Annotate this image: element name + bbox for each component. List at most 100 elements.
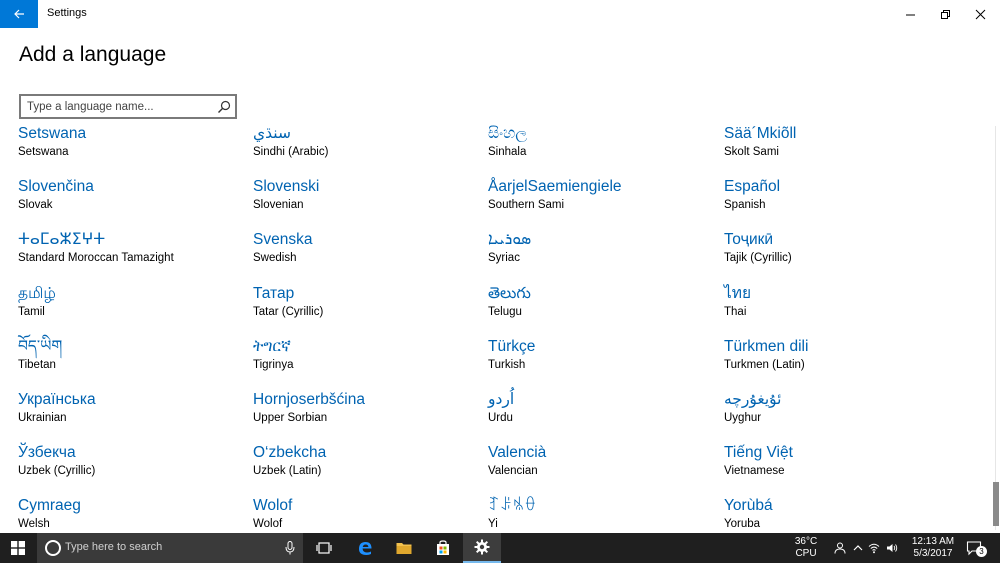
start-button[interactable] (0, 533, 36, 563)
clock[interactable]: 12:13 AM 5/3/2017 (906, 536, 960, 560)
settings-app-button[interactable] (463, 533, 501, 563)
language-english-name: Uzbek (Latin) (253, 465, 322, 478)
language-native-name: اُردو (488, 391, 515, 408)
language-item[interactable]: Cymraeg Welsh (18, 496, 248, 532)
taskbar-search-text: Type here to search (65, 541, 163, 553)
language-english-name: Tamil (18, 305, 45, 318)
language-english-name: Uzbek (Cyrillic) (18, 465, 96, 478)
language-item[interactable]: తెలుగు Telugu (488, 284, 718, 330)
action-center-button[interactable]: 3 (966, 540, 987, 557)
language-item[interactable]: ትግርኛ Tigrinya (253, 337, 483, 383)
taskbar: Type here to search 36°C CPU 12:13 AM 5/… (0, 533, 1000, 563)
language-native-name: ܣܘܪܝܝܐ (488, 231, 532, 249)
wifi-icon[interactable] (868, 542, 880, 554)
language-english-name: Skolt Sami (724, 146, 779, 158)
scrollbar[interactable] (991, 126, 1000, 530)
language-item[interactable]: Slovenski Slovenian (253, 177, 483, 223)
language-item[interactable]: O‘zbekcha Uzbek (Latin) (253, 443, 483, 489)
restore-button[interactable] (928, 0, 962, 28)
language-native-name: සිංහල (488, 125, 528, 142)
windows-logo-icon (11, 541, 25, 555)
minimize-button[interactable] (893, 0, 927, 28)
language-item[interactable]: Тоҷикӣ Tajik (Cyrillic) (724, 230, 954, 276)
language-english-name: Setswana (18, 146, 69, 158)
language-item[interactable]: Sää´Mkiõll Skolt Sami (724, 124, 954, 170)
language-native-name: ꆈꌠꁱꂷ (488, 497, 537, 515)
language-english-name: Slovenian (253, 199, 304, 212)
language-english-name: Valencian (488, 465, 538, 478)
language-item[interactable]: سنڌي Sindhi (Arabic) (253, 124, 483, 170)
language-item[interactable]: ÅarjelSaemiengiele Southern Sami (488, 177, 718, 223)
language-item[interactable]: Español Spanish (724, 177, 954, 223)
language-item[interactable]: ꆈꌠꁱꂷ Yi (488, 496, 718, 532)
close-icon (975, 9, 985, 19)
title-bar: Settings (0, 0, 1000, 28)
language-english-name: Tatar (Cyrillic) (253, 305, 324, 318)
language-item[interactable]: தமிழ் Tamil (18, 284, 248, 330)
language-item[interactable]: සිංහල Sinhala (488, 124, 718, 170)
language-native-name: Sää´Mkiõll (724, 125, 797, 142)
language-english-name: Urdu (488, 412, 513, 424)
language-native-name: Tiếng Việt (724, 444, 793, 462)
people-icon[interactable] (834, 542, 846, 554)
file-explorer-button[interactable] (385, 533, 423, 563)
language-item[interactable]: Wolof Wolof (253, 496, 483, 532)
language-english-name: Yi (488, 518, 498, 531)
language-english-name: Upper Sorbian (253, 412, 328, 424)
language-item[interactable]: Yorùbá Yoruba (724, 496, 954, 532)
language-item[interactable]: ⵜⴰⵎⴰⵣⵉⵖⵜ Standard Moroccan Tamazight (18, 230, 248, 276)
language-native-name: Ўзбекча (18, 444, 76, 462)
scrollbar-track (995, 126, 996, 530)
cpu-temp-widget[interactable]: 36°C CPU (788, 536, 824, 560)
language-item[interactable]: Valencià Valencian (488, 443, 718, 489)
cpu-temperature: 36°C (794, 536, 818, 547)
language-native-name: Español (724, 178, 781, 196)
language-item[interactable]: Tiếng Việt Vietnamese (724, 443, 954, 489)
language-native-name: Hornjoserbšćina (253, 391, 365, 408)
language-english-name: Southern Sami (488, 199, 565, 212)
language-item[interactable]: ܣܘܪܝܝܐ Syriac (488, 230, 718, 276)
language-item[interactable]: Татар Tatar (Cyrillic) (253, 284, 483, 330)
language-item[interactable]: བོད་ཡིག Tibetan (18, 337, 248, 383)
restore-icon (940, 9, 950, 19)
language-item[interactable]: Українська Ukrainian (18, 390, 248, 436)
volume-icon[interactable] (886, 542, 898, 554)
search-icon[interactable] (217, 100, 231, 114)
language-english-name: Yoruba (724, 518, 761, 531)
clock-date: 5/3/2017 (913, 548, 953, 559)
language-item[interactable]: Türkmen dili Turkmen (Latin) (724, 337, 954, 383)
language-english-name: Wolof (253, 518, 283, 531)
language-item[interactable]: Setswana Setswana (18, 124, 248, 170)
language-native-name: ئۇيغۇرچە (724, 391, 782, 408)
language-item[interactable]: Slovenčina Slovak (18, 177, 248, 223)
close-button[interactable] (963, 0, 997, 28)
language-item[interactable]: اُردو Urdu (488, 390, 718, 436)
language-native-name: Yorùbá (724, 497, 773, 515)
language-item[interactable]: ไทย Thai (724, 284, 954, 330)
language-english-name: Spanish (724, 199, 766, 212)
store-button[interactable] (424, 533, 462, 563)
language-native-name: Setswana (18, 125, 87, 142)
back-button[interactable] (0, 0, 38, 28)
search-box[interactable] (19, 94, 237, 119)
language-native-name: Türkmen dili (724, 337, 809, 355)
app-title: Settings (47, 7, 87, 19)
chevron-up-icon[interactable] (852, 542, 864, 554)
edge-button[interactable] (346, 533, 384, 563)
microphone-icon[interactable] (285, 541, 295, 555)
gear-icon (474, 539, 490, 555)
language-english-name: Sindhi (Arabic) (253, 146, 329, 158)
language-item[interactable]: Ўзбекча Uzbek (Cyrillic) (18, 443, 248, 489)
language-english-name: Uyghur (724, 412, 762, 424)
language-item[interactable]: Hornjoserbšćina Upper Sorbian (253, 390, 483, 436)
language-english-name: Ukrainian (18, 412, 67, 424)
language-item[interactable]: Svenska Swedish (253, 230, 483, 276)
language-item[interactable]: ئۇيغۇرچە Uyghur (724, 390, 954, 436)
scrollbar-thumb[interactable] (993, 482, 999, 526)
taskbar-search[interactable]: Type here to search (37, 533, 303, 563)
search-input[interactable] (27, 99, 212, 115)
task-view-button[interactable] (305, 533, 343, 563)
language-native-name: ÅarjelSaemiengiele (488, 178, 622, 196)
language-item[interactable]: Türkçe Turkish (488, 337, 718, 383)
language-english-name: Vietnamese (724, 465, 785, 478)
